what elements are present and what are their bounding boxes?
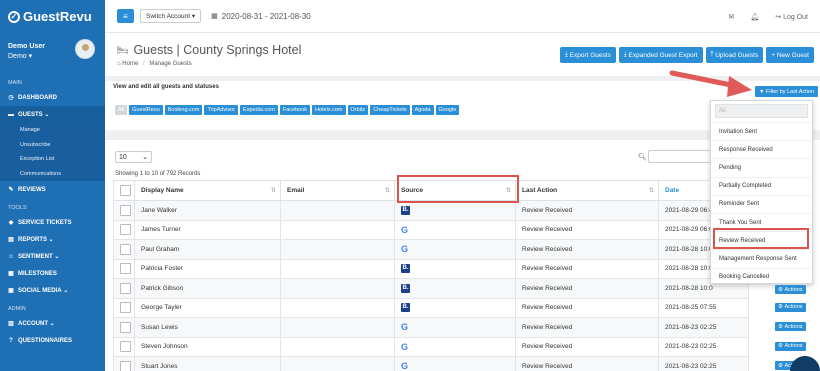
annotation-arrow (669, 70, 752, 97)
